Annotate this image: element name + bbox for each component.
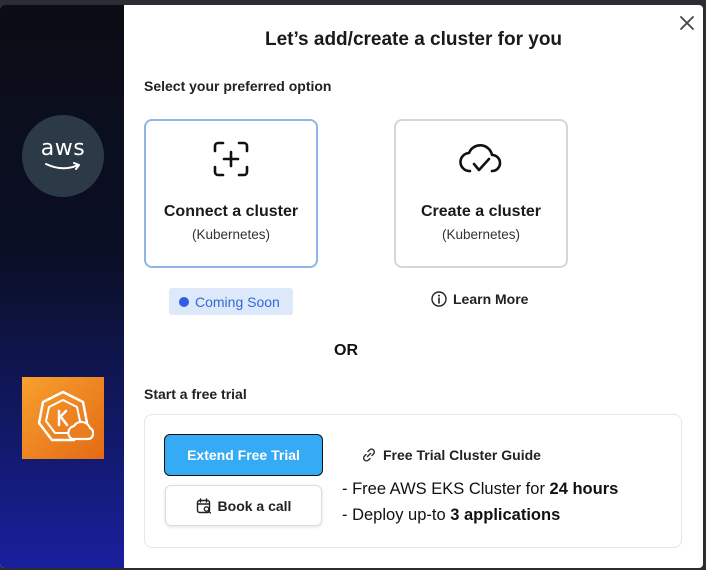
connect-cluster-title: Connect a cluster (163, 203, 299, 220)
status-dot-icon (179, 296, 189, 307)
or-divider: OR (334, 342, 358, 359)
modal-title: Let’s add/create a cluster for you (264, 29, 563, 50)
book-call-label: Book a call (217, 497, 292, 514)
cloud-check-icon (458, 139, 504, 179)
aws-logo-text: aws (40, 136, 86, 161)
feature-highlight: 3 applications (450, 506, 561, 524)
select-option-label: Select your preferred option (144, 78, 332, 94)
guide-link-label: Free Trial Cluster Guide (383, 447, 541, 463)
feature-item: - Free AWS EKS Cluster for 24 hours (342, 480, 618, 499)
aws-smile-icon (45, 162, 80, 170)
feature-text: - Deploy up-to (342, 506, 451, 524)
coming-soon-badge: Coming Soon (169, 288, 293, 315)
create-cluster-title: Create a cluster (420, 203, 542, 220)
extend-free-trial-button[interactable]: Extend Free Trial (164, 434, 323, 476)
connect-cluster-subtitle: (Kubernetes) (191, 227, 271, 242)
feature-item: - Deploy up-to 3 applications (342, 506, 560, 525)
aws-logo: aws (22, 115, 104, 197)
info-icon (431, 291, 447, 307)
eks-logo (22, 377, 104, 459)
learn-more-link[interactable]: Learn More (431, 289, 528, 309)
book-call-button[interactable]: Book a call (165, 485, 322, 526)
add-square-icon (212, 139, 250, 179)
connect-cluster-card[interactable]: Connect a cluster (Kubernetes) (144, 119, 318, 268)
side-panel: aws (0, 5, 124, 568)
eks-kubernetes-cloud-icon (37, 390, 94, 442)
calendar-search-icon (196, 497, 211, 514)
free-trial-guide-link[interactable]: Free Trial Cluster Guide (361, 445, 541, 465)
learn-more-label: Learn More (453, 291, 529, 307)
free-trial-label: Start a free trial (144, 386, 247, 402)
feature-highlight: 24 hours (549, 480, 619, 498)
create-cluster-card[interactable]: Create a cluster (Kubernetes) (394, 119, 568, 268)
create-cluster-subtitle: (Kubernetes) (441, 227, 521, 242)
coming-soon-text: Coming Soon (195, 293, 280, 310)
link-icon (362, 448, 376, 462)
feature-text: - Free AWS EKS Cluster for (342, 480, 550, 498)
add-cluster-modal: aws Let’s add/create a cluster for you S… (0, 5, 703, 568)
